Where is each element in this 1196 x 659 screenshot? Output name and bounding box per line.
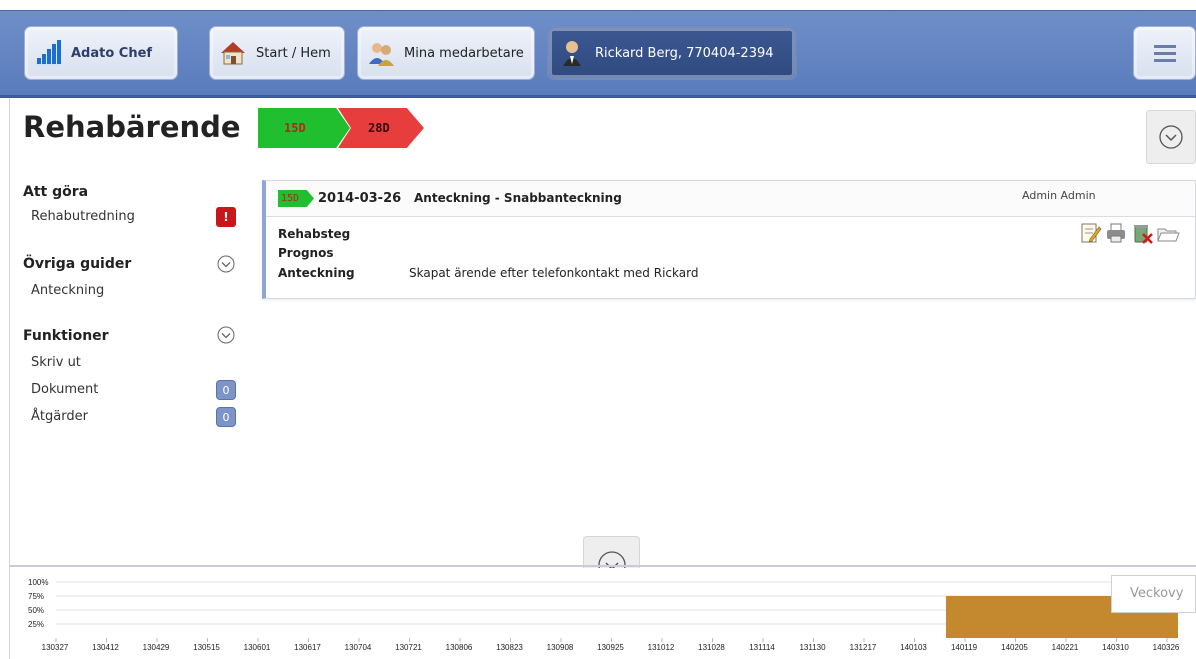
stage-chevron-15d[interactable]: 15D [258, 108, 350, 148]
chart-x-tick-label: 130704 [345, 643, 372, 652]
dokument-count-badge: 0 [216, 380, 236, 400]
chart-y-tick-label: 75% [28, 592, 44, 601]
delete-icon[interactable] [1130, 221, 1154, 245]
house-icon [221, 42, 245, 65]
chart-x-tick-label: 140221 [1052, 643, 1079, 652]
chart-x-tick-label: 130721 [395, 643, 422, 652]
entry-date: 2014-03-26 [318, 191, 402, 206]
chart-x-tick-label: 131130 [799, 643, 826, 652]
chart-x-tick-label: 130327 [42, 643, 69, 652]
functions-heading: Funktioner [23, 328, 109, 344]
stage-chevron-28d[interactable]: 28D [338, 108, 424, 148]
chart-x-tick-label: 130617 [294, 643, 321, 652]
chart-x-tick-label: 131028 [698, 643, 725, 652]
users-icon [369, 43, 394, 66]
print-icon[interactable] [1104, 221, 1128, 245]
chart-x-tick-label: 130823 [496, 643, 523, 652]
field-label-prognos: Prognos [278, 246, 334, 260]
chart-x-tick-label: 130429 [143, 643, 170, 652]
atgarder-count-badge: 0 [216, 407, 236, 427]
sidebar-item-skriv-ut[interactable]: Skriv ut [31, 355, 81, 370]
collapse-top-button[interactable] [1146, 110, 1196, 164]
chart-x-tick-label: 130806 [446, 643, 473, 652]
page-title: Rehabärende [23, 110, 241, 144]
person-label: Rickard Berg, 770404-2394 [595, 45, 774, 61]
chart-x-tick-label: 140103 [900, 643, 927, 652]
chart-x-tick-label: 140326 [1153, 643, 1180, 652]
chevron-down-icon [598, 551, 626, 568]
chart-x-tick-label: 131217 [850, 643, 877, 652]
app-button[interactable]: Adato Chef [24, 26, 178, 80]
entry-card-header: 15D 2014-03-26 Anteckning - Snabbanteckn… [266, 181, 1195, 217]
panel-divider [9, 565, 1196, 567]
entry-title: Anteckning - Snabbanteckning [414, 191, 622, 205]
top-bar-border [0, 95, 1196, 98]
collapse-bottom-button[interactable] [583, 536, 640, 568]
chart-y-tick-label: 25% [28, 620, 44, 629]
week-view-button[interactable]: Veckovy [1111, 575, 1196, 613]
sidebar-item-atgarder[interactable]: Åtgärder [31, 409, 88, 424]
chart-x-tick-label: 140119 [951, 643, 978, 652]
sidebar-item-rehabutredning[interactable]: Rehabutredning [31, 209, 135, 224]
sidebar-item-anteckning[interactable]: Anteckning [31, 283, 104, 298]
chart-y-tick-label: 100% [28, 578, 48, 587]
app-label: Adato Chef [71, 45, 153, 61]
chart-x-tick-label: 130601 [244, 643, 271, 652]
entry-stage-chevron: 15D [278, 190, 314, 207]
functions-expand-icon[interactable] [216, 325, 236, 345]
chart-x-tick-label: 130412 [92, 643, 119, 652]
entry-card: 15D 2014-03-26 Anteckning - Snabbanteckn… [262, 180, 1196, 299]
sidebar-item-dokument[interactable]: Dokument [31, 382, 98, 397]
chart-y-tick-label: 50% [28, 606, 44, 615]
team-button[interactable]: Mina medarbetare [357, 26, 535, 80]
edit-icon[interactable] [1078, 221, 1102, 245]
chart-x-tick-label: 140205 [1001, 643, 1028, 652]
guides-heading: Övriga guider [23, 256, 132, 272]
todo-heading: Att göra [23, 184, 89, 200]
entry-actions [1078, 221, 1180, 245]
hamburger-icon [1153, 45, 1176, 62]
folder-icon[interactable] [1156, 221, 1180, 245]
timeline-chart: 100% 75% 50% 25% 130327 130412 130429 130515 130… [28, 578, 1180, 652]
chevron-down-icon [1159, 125, 1183, 149]
menu-button[interactable] [1133, 26, 1196, 80]
chart-x-tick-label: 130908 [547, 643, 574, 652]
guides-expand-icon[interactable] [216, 254, 236, 274]
week-view-label: Veckovy [1130, 586, 1184, 601]
bar-chart-logo-icon [37, 40, 61, 66]
person-button[interactable]: Rickard Berg, 770404-2394 [547, 26, 797, 80]
chart-x-tick-label: 130925 [597, 643, 624, 652]
home-label: Start / Hem [256, 45, 331, 61]
field-value-anteckning: Skapat ärende efter telefonkontakt med R… [409, 266, 699, 280]
field-label-rehabsteg: Rehabsteg [278, 227, 351, 241]
chart-x-tick-label: 130515 [193, 643, 220, 652]
entry-author: Admin Admin [1022, 189, 1096, 202]
chart-x-tick-label: 140310 [1102, 643, 1129, 652]
team-label: Mina medarbetare [404, 45, 524, 61]
alert-badge: ! [216, 207, 236, 227]
field-label-anteckning: Anteckning [278, 266, 355, 280]
chart-x-tick-label: 131012 [648, 643, 675, 652]
chart-x-tick-label: 131114 [749, 643, 775, 652]
person-icon [563, 41, 581, 66]
home-button[interactable]: Start / Hem [209, 26, 345, 80]
